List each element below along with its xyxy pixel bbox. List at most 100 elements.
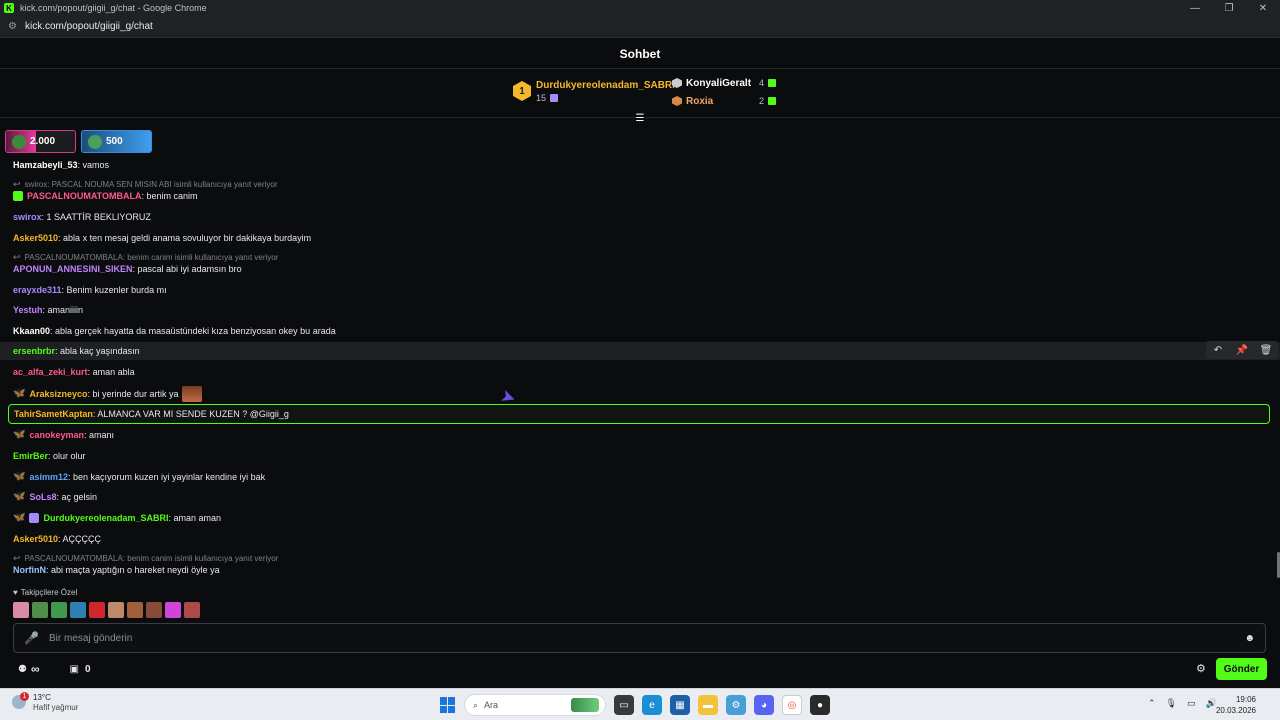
chat-message[interactable]: Yestuh: amaniiiin [0,303,1280,317]
chat-input[interactable] [48,632,1199,644]
store-count: 0 [84,663,91,675]
butterfly-badge-icon: 🦋 [13,429,26,440]
chat-message[interactable]: 🦋 Durdukyereolenadam_SABRI: aman aman [0,511,1280,525]
chat-input-box[interactable]: 🎤 ☻ [13,623,1266,653]
microphone-icon[interactable]: 🎤 [24,631,39,645]
weather-widget[interactable]: 1 13°C Hafif yağmur [12,692,78,712]
goal-value: 2.000 [30,136,56,147]
url-text[interactable]: kick.com/popout/giigii_g/chat [25,21,153,32]
taskbar-search[interactable]: ⌕ Ara [464,694,606,716]
message-username[interactable]: Araksizneyco [29,387,87,401]
leaderboard-name[interactable]: Roxia [686,96,750,107]
chat-message[interactable]: 🦋 Araksizneyco: bi yerinde dur artik ya [0,385,1280,403]
emote-icon[interactable] [146,602,162,618]
leaderboard-row[interactable]: Roxia 2 [672,94,776,108]
chat-message[interactable]: 🦋 SoLs8: aç gelsin [0,490,1280,504]
address-bar[interactable]: ⚙ kick.com/popout/giigii_g/chat [0,16,1280,38]
message-username[interactable]: PASCALNOUMATOMBALA [27,189,142,203]
message-username[interactable]: ac_alfa_zeki_kurt [13,365,88,379]
minimize-icon[interactable]: — [1178,0,1212,16]
store-app-icon[interactable]: ▦ [670,695,690,715]
emote-icon[interactable] [108,602,124,618]
message-username[interactable]: Kkaan00 [13,324,50,338]
file-explorer-icon[interactable]: ▬ [698,695,718,715]
message-username[interactable]: Asker5010 [13,231,58,245]
goal-pill[interactable]: 500 [81,130,152,153]
chat-message[interactable]: PASCALNOUMATOMBALA: benim canim [0,189,1280,203]
message-username[interactable]: SoLs8 [29,490,56,504]
message-username[interactable]: Durdukyereolenadam_SABRI [43,511,168,525]
obs-icon[interactable]: ● [810,695,830,715]
network-icon[interactable]: ▭ [1187,698,1196,709]
chat-message[interactable]: erayxde311: Benim kuzenler burda mı [0,283,1280,297]
message-text: : ALMANCA VAR MI SENDE KUZEN ? @Giigii_g [92,409,289,419]
emote-icon[interactable] [13,602,29,618]
message-username[interactable]: asimm12 [29,470,68,484]
site-settings-icon[interactable]: ⚙ [8,21,17,32]
message-text: : benim canim [141,191,198,201]
message-username[interactable]: APONUN_ANNESINI_SIKEN [13,262,133,276]
emote-icon[interactable] [70,602,86,618]
goal-pill[interactable]: 2.000 [5,130,76,153]
emote-icon[interactable] [184,602,200,618]
message-username[interactable]: Hamzabeyli_53 [13,158,78,172]
leaderboard-row[interactable]: KonyaliGeralt 4 [672,76,776,90]
chat-message[interactable]: Hamzabeyli_53: vamos [0,158,1280,172]
emote-icon[interactable] [165,602,181,618]
emote-icon[interactable] [127,602,143,618]
chat-message[interactable]: ersenbrbr: abla kaç yaşındasın [0,342,1280,360]
settings-app-icon[interactable]: ⚙ [726,695,746,715]
emote-icon[interactable] [32,602,48,618]
leaderboard-first[interactable]: 1 Durdukyereolenadam_SABRI 15 [513,80,675,103]
window-controls: — ❐ ✕ [1178,0,1280,16]
message-username[interactable]: TahirSametKaptan [14,407,93,421]
leaderboard-first-name[interactable]: Durdukyereolenadam_SABRI [536,80,675,91]
chat-message[interactable]: EmirBer: olur olur [0,449,1280,463]
emote-icon[interactable] [51,602,67,618]
chat-message[interactable]: NorfinN: abi maçta yaptığın o hareket ne… [0,563,1280,577]
message-username[interactable]: EmirBer [13,449,48,463]
send-button[interactable]: Gönder [1216,658,1267,680]
chat-message[interactable]: 🦋 canokeyman: amanı [0,428,1280,442]
start-icon[interactable] [440,697,456,713]
heart-icon: ♥ [13,588,18,597]
chat-message[interactable]: swirox: 1 SAATTİR BEKLIYORUZ [0,210,1280,224]
store-icon[interactable]: ▣ [70,664,79,675]
chevron-up-icon[interactable]: ⌃ [1148,698,1156,709]
chat-message[interactable]: ac_alfa_zeki_kurt: aman abla [0,365,1280,379]
chat-message[interactable]: Asker5010: abla x ten mesaj geldi anama … [0,231,1280,245]
maximize-icon[interactable]: ❐ [1212,0,1246,16]
points-icon[interactable]: ⚉ [18,664,27,675]
chat-message[interactable]: TahirSametKaptan: ALMANCA VAR MI SENDE K… [0,407,1280,421]
edge-icon[interactable]: e [642,695,662,715]
rank-badge: 1 [513,81,531,101]
chrome-icon[interactable]: ◎ [782,695,802,715]
pin-icon[interactable]: 📌 [1230,341,1254,359]
chat-settings-icon[interactable]: ⚙ [1196,662,1206,675]
chat-message[interactable]: Asker5010: AÇÇÇÇÇ [0,532,1280,546]
chat-message[interactable]: Kkaan00: abla gerçek hayatta da masaüstü… [0,324,1280,338]
message-username[interactable]: swirox [13,210,42,224]
message-username[interactable]: ersenbrbr [13,344,55,358]
chat-message[interactable]: 🦋 asimm12: ben kaçıyorum kuzen iyi yayinl… [0,470,1280,484]
chat-message[interactable]: APONUN_ANNESINI_SIKEN: pascal abi iyi ad… [0,262,1280,276]
discord-icon[interactable]: ◕ [754,695,774,715]
message-username[interactable]: NorfinN [13,563,46,577]
message-username[interactable]: canokeyman [29,428,84,442]
emote-bar [13,602,200,618]
leaderboard-name[interactable]: KonyaliGeralt [686,78,751,89]
collapse-leaderboard-icon[interactable]: ☰ [634,113,646,124]
delete-icon[interactable]: 🗑 [1254,341,1278,359]
emote-icon[interactable] [89,602,105,618]
message-username[interactable]: erayxde311 [13,283,62,297]
close-icon[interactable]: ✕ [1246,0,1280,16]
reply-text: PASCALNOUMATOMBALA: benim canim isimli k… [24,554,279,563]
emoji-picker-icon[interactable]: ☻ [1244,633,1255,644]
message-username[interactable]: Asker5010 [13,532,58,546]
windows-taskbar: 1 13°C Hafif yağmur ⌕ Ara ▭ e ▦ ▬ ⚙ ◕ ◎ … [0,688,1280,720]
clock[interactable]: 19:06 20.03.2026 [1216,694,1256,716]
task-view-icon[interactable]: ▭ [614,695,634,715]
microphone-icon[interactable]: 🎙 [1166,698,1177,709]
reply-icon[interactable]: ↶ [1206,341,1230,359]
message-username[interactable]: Yestuh [13,303,43,317]
